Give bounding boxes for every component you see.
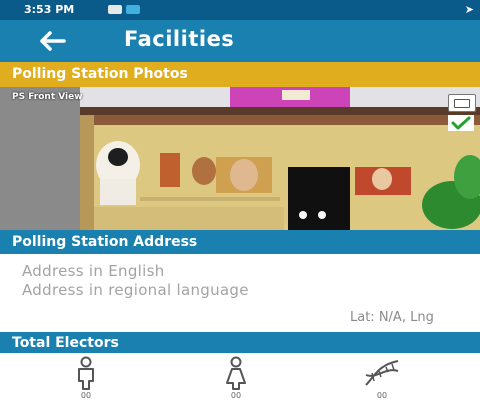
electors-section-title: Total Electors [12,335,119,351]
address-regional-field[interactable]: Address in regional language [22,281,249,299]
coordinates-text: Lat: N/A, Lng [350,310,434,325]
third-gender-count: 00 [376,391,388,400]
app-bar: Facilities [0,20,480,62]
address-english-field[interactable]: Address in English [22,262,165,280]
verify-photo-button[interactable] [448,115,474,131]
camera-button[interactable] [448,94,476,112]
third-gender-electors[interactable]: 00 [362,355,402,403]
location-arrow-icon: ➤ [464,3,474,16]
status-bar: 3:53 PM ➤ [0,0,480,20]
address-section-title: Polling Station Address [12,234,198,250]
status-time: 3:53 PM [24,3,75,16]
female-icon [226,356,246,390]
female-electors[interactable]: 00 [216,355,256,403]
photos-section-title: Polling Station Photos [12,66,188,82]
camera-icon [454,99,470,108]
gallery-icon [108,5,122,14]
third-gender-dna-icon [365,360,399,386]
address-section-header: Polling Station Address [0,230,480,254]
female-count: 00 [230,391,242,400]
address-block: Address in English Address in regional l… [0,254,480,332]
back-arrow-icon [40,31,66,51]
check-icon [451,116,471,130]
page-title: Facilities [124,27,235,51]
electors-section-header: Total Electors [0,332,480,354]
polling-station-photo [0,87,480,230]
ps-front-view-photo[interactable]: PS Front View [0,87,480,230]
sim-icon [126,5,140,14]
photo-caption: PS Front View [12,92,83,102]
photos-section-header: Polling Station Photos [0,62,480,87]
male-electors[interactable]: 00 [66,355,106,403]
male-count: 00 [80,391,92,400]
male-icon [78,356,94,390]
back-button[interactable] [30,24,74,58]
electors-row: 00 00 00 [0,353,480,403]
facilities-screen: 3:53 PM ➤ Facilities Polling Station Pho… [0,0,480,403]
